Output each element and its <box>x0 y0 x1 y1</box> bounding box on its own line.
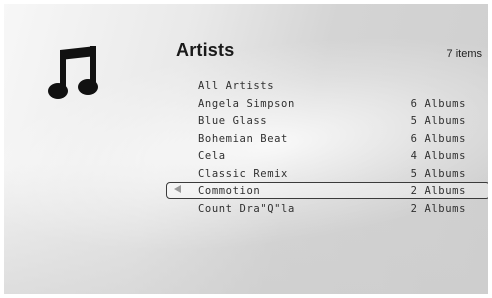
arrow-left-icon[interactable] <box>174 185 181 193</box>
music-note-icon <box>48 46 98 99</box>
artist-list: All Artists Angela Simpson 6 Albums Blue… <box>162 78 488 219</box>
artist-name: Blue Glass <box>198 115 268 127</box>
artist-name: Count Dra"Q"la <box>198 202 295 215</box>
album-count: 4 Albums <box>410 150 466 162</box>
list-item[interactable]: Bohemian Beat 6 Albums <box>162 131 486 149</box>
list-item[interactable]: All Artists <box>162 78 486 96</box>
album-count: 6 Albums <box>410 132 466 145</box>
list-item[interactable]: Angela Simpson 6 Albums <box>162 96 486 114</box>
list-item[interactable]: Classic Remix 5 Albums <box>162 166 486 184</box>
artist-name: All Artists <box>198 80 275 92</box>
list-item[interactable]: Count Dra"Q"la 2 Albums <box>162 201 486 219</box>
list-item-selected[interactable]: Commotion 2 Albums <box>162 182 488 201</box>
page-title: Artists <box>176 40 235 60</box>
artist-name: Commotion <box>198 185 261 197</box>
artist-name: Cela <box>198 150 226 162</box>
list-item[interactable]: Cela 4 Albums <box>162 148 486 166</box>
album-count: 2 Albums <box>410 202 466 215</box>
album-count: 6 Albums <box>410 97 466 110</box>
item-count: 7 items <box>446 48 482 60</box>
artist-name: Classic Remix <box>198 167 288 180</box>
album-count: 5 Albums <box>410 115 466 127</box>
album-count: 2 Albums <box>410 185 466 197</box>
media-browser-screen: Artists 7 items All Artists Angela Simps… <box>4 4 488 294</box>
artist-name: Bohemian Beat <box>198 132 288 145</box>
list-item[interactable]: Blue Glass 5 Albums <box>162 113 486 131</box>
album-count: 5 Albums <box>410 167 466 180</box>
artist-name: Angela Simpson <box>198 97 295 110</box>
